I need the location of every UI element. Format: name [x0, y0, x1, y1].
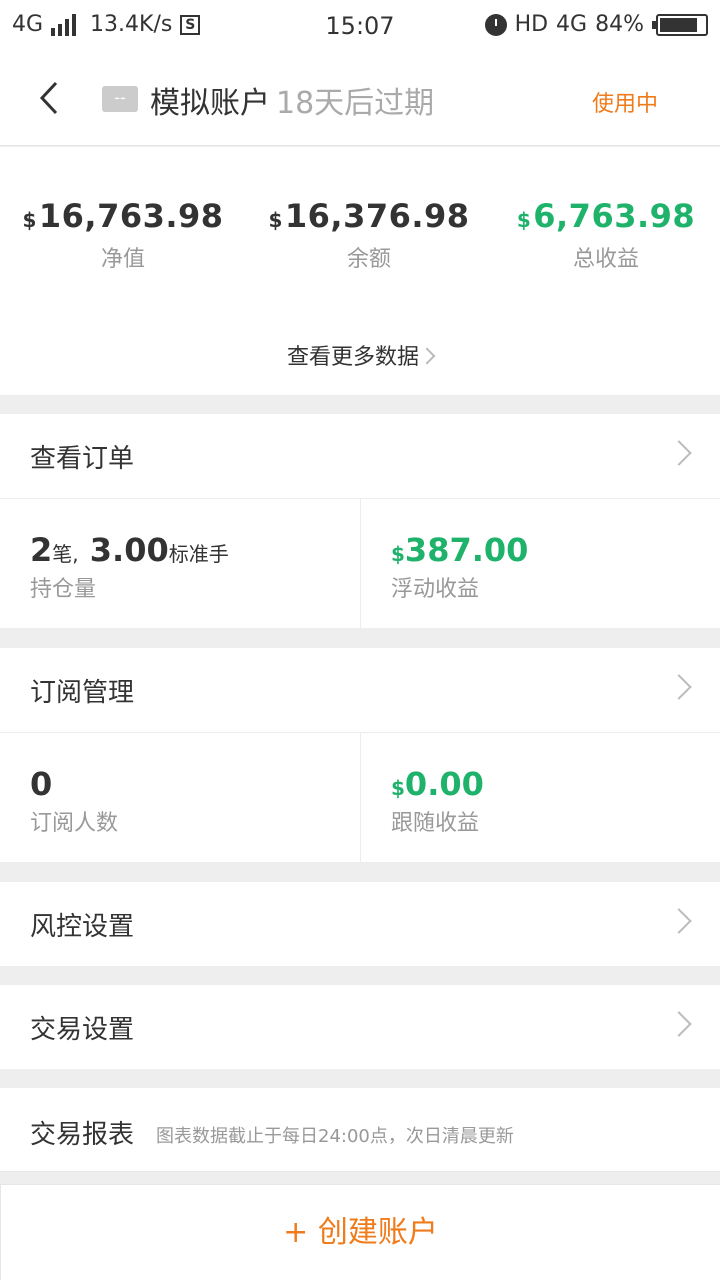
more-data-label: 查看更多数据	[286, 345, 419, 370]
follow-profit-label: 跟随收益	[391, 811, 480, 836]
account-name: 模拟账户	[150, 86, 270, 121]
speed-icon: S	[180, 14, 201, 35]
network-type: 4G	[12, 12, 44, 37]
chevron-right-icon	[418, 347, 436, 365]
subscription-stats: 0 订阅人数 $0.00 跟随收益	[0, 732, 720, 863]
floating-profit-cell: $387.00 浮动收益	[360, 499, 720, 629]
view-orders-row[interactable]: 查看订单	[0, 414, 720, 498]
position-cell: 2笔, 3.00标准手 持仓量	[0, 499, 360, 629]
subscription-section: 订阅管理 0 订阅人数 $0.00 跟随收益	[0, 648, 720, 863]
risk-settings-row[interactable]: 风控设置	[0, 882, 720, 966]
chevron-right-icon	[666, 1011, 692, 1037]
total-profit-amount: $6,763.98	[516, 197, 696, 235]
subscribers-cell: 0 订阅人数	[0, 733, 360, 863]
subscribers-label: 订阅人数	[30, 811, 119, 836]
chevron-right-icon	[666, 674, 692, 700]
nav-bar: -- 模拟账户 18天后过期 使用中	[0, 52, 720, 146]
status-right: HD 4G 84%	[484, 12, 708, 37]
position-label: 持仓量	[30, 577, 97, 602]
stat-net-value: $16,763.98 净值	[3, 197, 243, 273]
battery-fill	[660, 17, 697, 32]
back-arrow-icon[interactable]	[36, 80, 64, 116]
balance-label: 余额	[346, 247, 391, 272]
battery-icon	[652, 13, 708, 36]
status-left: 4G 13.4K/s S	[12, 12, 201, 37]
subscribers-value: 0	[30, 765, 53, 803]
alarm-icon	[484, 13, 507, 36]
floating-profit-label: 浮动收益	[391, 577, 480, 602]
more-data-link[interactable]: 查看更多数据	[0, 339, 720, 371]
position-value: 2笔, 3.00标准手	[30, 531, 229, 569]
account-status[interactable]: 使用中	[592, 86, 658, 118]
chevron-right-icon	[666, 908, 692, 934]
orders-stats: 2笔, 3.00标准手 持仓量 $387.00 浮动收益	[0, 498, 720, 629]
orders-section: 查看订单 2笔, 3.00标准手 持仓量 $387.00 浮动收益	[0, 414, 720, 629]
signal-icon	[51, 13, 77, 36]
network-speed: 13.4K/s	[90, 12, 173, 37]
subscription-row[interactable]: 订阅管理	[0, 648, 720, 732]
status-bar: 4G 13.4K/s S 15:07 HD 4G 84%	[0, 0, 720, 52]
risk-settings-title: 风控设置	[30, 912, 135, 942]
trade-settings-section: 交易设置	[0, 985, 720, 1069]
total-profit-label: 总收益	[572, 247, 639, 272]
hd-indicator: HD	[514, 12, 549, 37]
report-section: 交易报表 图表数据截止于每日24:00点，次日清晨更新	[0, 1088, 720, 1172]
trade-settings-title: 交易设置	[30, 1015, 135, 1045]
follow-profit-cell: $0.00 跟随收益	[360, 733, 720, 863]
report-note: 图表数据截止于每日24:00点，次日清晨更新	[156, 1126, 514, 1147]
net-value-label: 净值	[100, 247, 145, 272]
account-summary: $16,763.98 净值 $16,376.98 余额 $6,763.98 总收…	[0, 147, 720, 395]
account-badge: --	[102, 86, 138, 112]
stat-balance: $16,376.98 余额	[249, 197, 489, 273]
stat-total-profit: $6,763.98 总收益	[486, 197, 720, 273]
report-title: 交易报表	[30, 1120, 135, 1150]
network-type-2: 4G	[556, 12, 588, 37]
trade-settings-row[interactable]: 交易设置	[0, 985, 720, 1069]
risk-section: 风控设置	[0, 882, 720, 966]
balance-amount: $16,376.98	[268, 197, 470, 235]
create-account-button[interactable]: + 创建账户	[0, 1184, 720, 1280]
follow-profit-value: $0.00	[391, 765, 484, 803]
net-value-amount: $16,763.98	[22, 197, 224, 235]
account-expire: 18天后过期	[276, 86, 435, 121]
battery-percent: 84%	[595, 12, 644, 37]
view-orders-title: 查看订单	[30, 444, 135, 474]
chevron-right-icon	[666, 440, 692, 466]
floating-profit-value: $387.00	[391, 531, 529, 569]
subscription-title: 订阅管理	[30, 678, 135, 708]
